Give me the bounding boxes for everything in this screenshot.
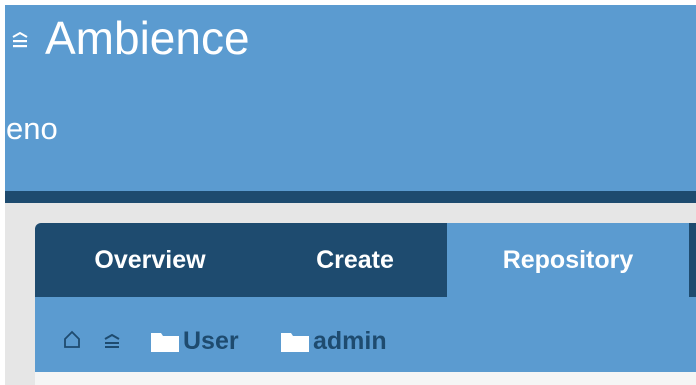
tab-overflow	[689, 223, 696, 297]
panel-body	[35, 372, 696, 385]
folder-icon	[150, 329, 180, 353]
tab-create[interactable]: Create	[265, 223, 445, 297]
breadcrumb-label: admin	[313, 326, 387, 355]
breadcrumb-item-admin[interactable]: admin	[280, 326, 387, 356]
tab-repository[interactable]: Repository	[447, 223, 689, 297]
header-divider	[5, 191, 696, 203]
app-name: Ambience	[45, 12, 250, 64]
breadcrumb-item-user[interactable]: User	[150, 326, 239, 356]
folder-icon	[280, 329, 310, 353]
tab-overview[interactable]: Overview	[35, 223, 265, 297]
menu-list-icon[interactable]	[11, 31, 29, 51]
list-icon[interactable]	[103, 333, 121, 350]
breadcrumb-label: User	[183, 326, 239, 355]
home-icon[interactable]	[63, 329, 81, 349]
user-name: eno	[6, 111, 58, 146]
app-title-area: Ambience	[11, 10, 250, 66]
